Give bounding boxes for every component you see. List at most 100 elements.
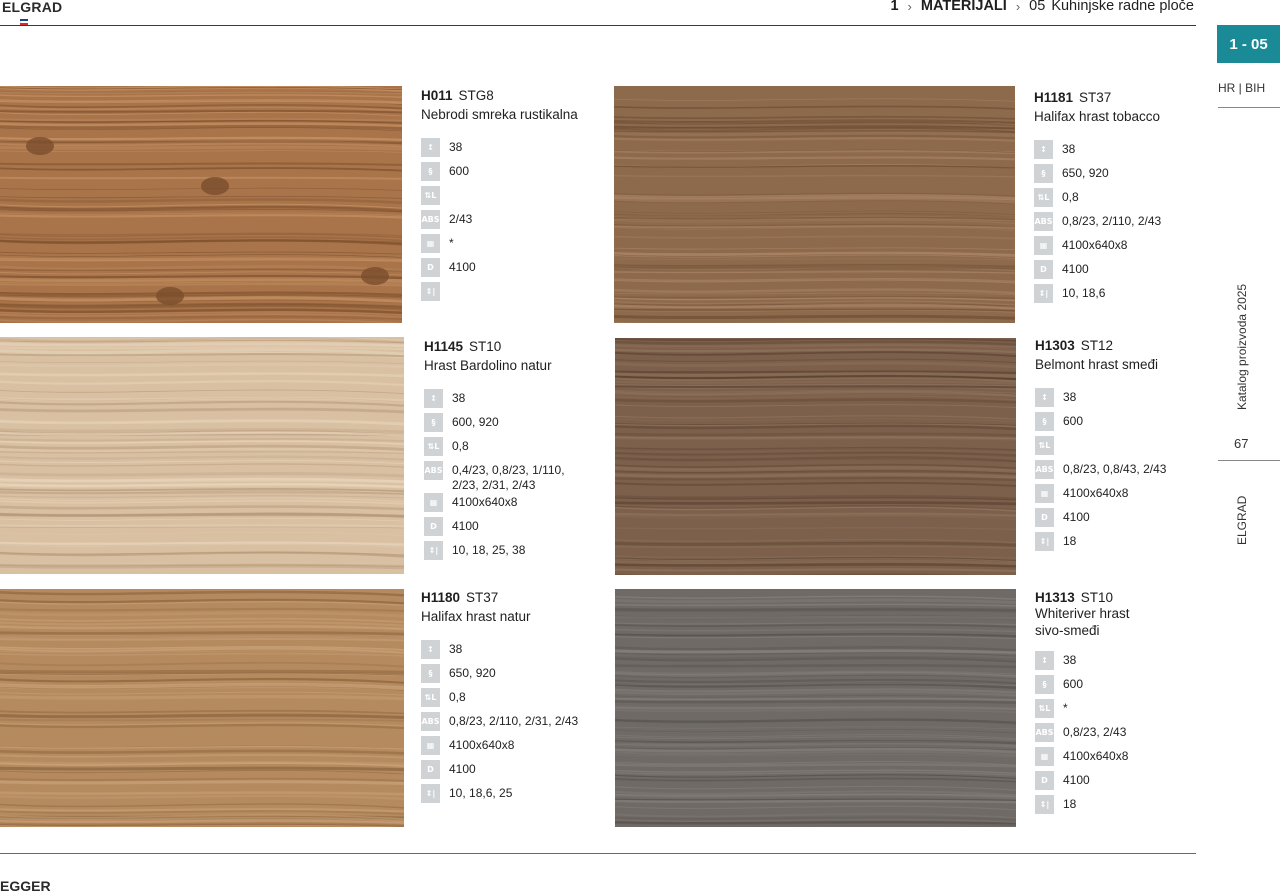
spec-row: § 600 bbox=[1035, 675, 1225, 699]
length-icon: D bbox=[1035, 771, 1054, 790]
depth-icon: § bbox=[421, 664, 440, 683]
spec-value: 600 bbox=[1063, 414, 1084, 428]
spec-value: 4100 bbox=[1062, 262, 1089, 276]
product-title: H1303 ST12 bbox=[1035, 338, 1225, 353]
depth-icon: § bbox=[1034, 164, 1053, 183]
length-icon: D bbox=[1034, 260, 1053, 279]
edge-thickness-icon: ⇅L bbox=[421, 688, 440, 707]
chevron-right-icon: › bbox=[1015, 0, 1021, 14]
product-name: Hrast Bardolino natur bbox=[424, 358, 552, 373]
header-brand: ELGRAD bbox=[2, 0, 63, 15]
spec-value: 4100 bbox=[449, 260, 476, 274]
wood-swatch-h1145 bbox=[0, 337, 404, 574]
catalog-label: Katalog proizvoda 2025 bbox=[1235, 283, 1249, 410]
spec-row: § 650, 920 bbox=[421, 664, 611, 688]
section-tab[interactable]: 1 - 05 bbox=[1217, 25, 1280, 63]
length-icon: D bbox=[424, 517, 443, 536]
spec-row: ▦ 4100x640x8 bbox=[1035, 484, 1225, 508]
breadcrumb-chapter[interactable]: MATERIJALI bbox=[921, 0, 1007, 14]
spec-row: ▦ 4100x640x8 bbox=[421, 736, 611, 760]
footer-divider bbox=[0, 853, 1196, 854]
depth-icon: § bbox=[1035, 675, 1054, 694]
product-info: H1181 ST37 Halifax hrast tobacco ↕ 38 § 650, 9… bbox=[1034, 90, 1224, 308]
page-number: 67 bbox=[1234, 436, 1249, 451]
spec-row: ABS 0,4/23, 0,8/23, 1/110, 2/23, 2/31, 2/… bbox=[424, 461, 614, 493]
sidebar-brand: ELGRAD bbox=[1235, 495, 1249, 545]
spec-value: 4100 bbox=[1063, 773, 1090, 787]
wood-swatch-h1313 bbox=[615, 589, 1016, 827]
breadcrumb-section[interactable]: Kuhinjske radne ploče bbox=[1051, 0, 1194, 14]
spec-value: 4100 bbox=[1063, 510, 1090, 524]
spec-value: 4100 bbox=[452, 519, 479, 533]
spec-row: ▦ 4100x640x8 bbox=[1035, 747, 1225, 771]
abs-edge-icon: ABS bbox=[421, 712, 440, 731]
breadcrumb-chapter-number[interactable]: 1 bbox=[890, 0, 898, 14]
structure-code: ST10 bbox=[469, 339, 502, 354]
product-title: H1313 ST10 bbox=[1035, 590, 1225, 605]
sidebar-divider bbox=[1218, 107, 1280, 108]
spec-value: 4100 bbox=[449, 762, 476, 776]
spec-row: D 4100 bbox=[1035, 771, 1225, 795]
panel-format-icon: ▦ bbox=[424, 493, 443, 512]
compatible-thickness-icon: ⇕| bbox=[1034, 284, 1053, 303]
edge-thickness-icon: ⇅L bbox=[421, 186, 440, 205]
spec-row: ⇕| 10, 18,6, 25 bbox=[421, 784, 611, 808]
thickness-icon: ↕ bbox=[421, 640, 440, 659]
panel-format-icon: ▦ bbox=[421, 736, 440, 755]
spec-value: 38 bbox=[449, 140, 463, 154]
spec-row: ⇕| 10, 18, 25, 38 bbox=[424, 541, 614, 565]
spec-value: 0,8 bbox=[1062, 190, 1079, 204]
product-info: H011 STG8 Nebrodi smreka rustikalna ↕ 38 § 600… bbox=[421, 88, 611, 306]
spec-value: 4100x640x8 bbox=[452, 495, 518, 509]
spec-value: 0,8 bbox=[452, 439, 469, 453]
product-code: H1145 bbox=[424, 339, 464, 354]
edge-thickness-icon: ⇅L bbox=[424, 437, 443, 456]
thickness-icon: ↕ bbox=[1035, 651, 1054, 670]
spec-value: 38 bbox=[1062, 142, 1076, 156]
edge-thickness-icon: ⇅L bbox=[1035, 699, 1054, 718]
spec-row: ABS 0,8/23, 2/43 bbox=[1035, 723, 1225, 747]
abs-edge-icon: ABS bbox=[1034, 212, 1053, 231]
spec-row: ⇕| bbox=[421, 282, 611, 306]
compatible-thickness-icon: ⇕| bbox=[421, 784, 440, 803]
product-name: Halifax hrast natur bbox=[421, 609, 531, 624]
length-icon: D bbox=[1035, 508, 1054, 527]
spec-value: 4100x640x8 bbox=[1063, 486, 1129, 500]
spec-value: * bbox=[1063, 701, 1068, 715]
product-info: H1180 ST37 Halifax hrast natur ↕ 38 § 650, 920… bbox=[421, 590, 611, 808]
spec-value: 4100x640x8 bbox=[1062, 238, 1128, 252]
thickness-icon: ↕ bbox=[1034, 140, 1053, 159]
spec-value: 38 bbox=[452, 391, 466, 405]
abs-edge-icon: ABS bbox=[1035, 460, 1054, 479]
spec-value: 18 bbox=[1063, 797, 1077, 811]
spec-value: 38 bbox=[1063, 653, 1077, 667]
product-code: H1303 bbox=[1035, 338, 1075, 353]
breadcrumb-section-number[interactable]: 05 bbox=[1029, 0, 1045, 14]
spec-value: 10, 18,6 bbox=[1062, 286, 1106, 300]
spec-row: D 4100 bbox=[424, 517, 614, 541]
breadcrumb: 1 › MATERIJALI › 05 Kuhinjske radne ploč… bbox=[890, 0, 1194, 14]
edge-thickness-icon: ⇅L bbox=[1035, 436, 1054, 455]
product-title: H1180 ST37 bbox=[421, 590, 611, 605]
wood-swatch-h011 bbox=[0, 86, 402, 323]
spec-value: 2/43 bbox=[449, 212, 473, 226]
abs-edge-icon: ABS bbox=[424, 461, 443, 480]
structure-code: STG8 bbox=[458, 88, 494, 103]
compatible-thickness-icon: ⇕| bbox=[1035, 532, 1054, 551]
spec-row: ⇅L * bbox=[1035, 699, 1225, 723]
language-label: HR | BIH bbox=[1218, 81, 1266, 95]
spec-row: D 4100 bbox=[421, 258, 611, 282]
spec-row: § 600, 920 bbox=[424, 413, 614, 437]
product-name: Whiteriver hrast sivo-smeđi bbox=[1035, 606, 1130, 638]
spec-row: ABS 0,8/23, 2/110, 2/43 bbox=[1034, 212, 1224, 236]
structure-code: ST10 bbox=[1080, 590, 1114, 605]
panel-format-icon: ▦ bbox=[1035, 484, 1054, 503]
spec-row: ↕ 38 bbox=[1035, 388, 1225, 412]
product-code: H1313 bbox=[1035, 590, 1075, 605]
spec-value: * bbox=[449, 236, 454, 250]
product-code: H1180 bbox=[421, 590, 461, 605]
structure-code: ST12 bbox=[1080, 338, 1114, 353]
spec-row: D 4100 bbox=[1034, 260, 1224, 284]
length-icon: D bbox=[421, 258, 440, 277]
spec-value: 10, 18,6, 25 bbox=[449, 786, 513, 800]
